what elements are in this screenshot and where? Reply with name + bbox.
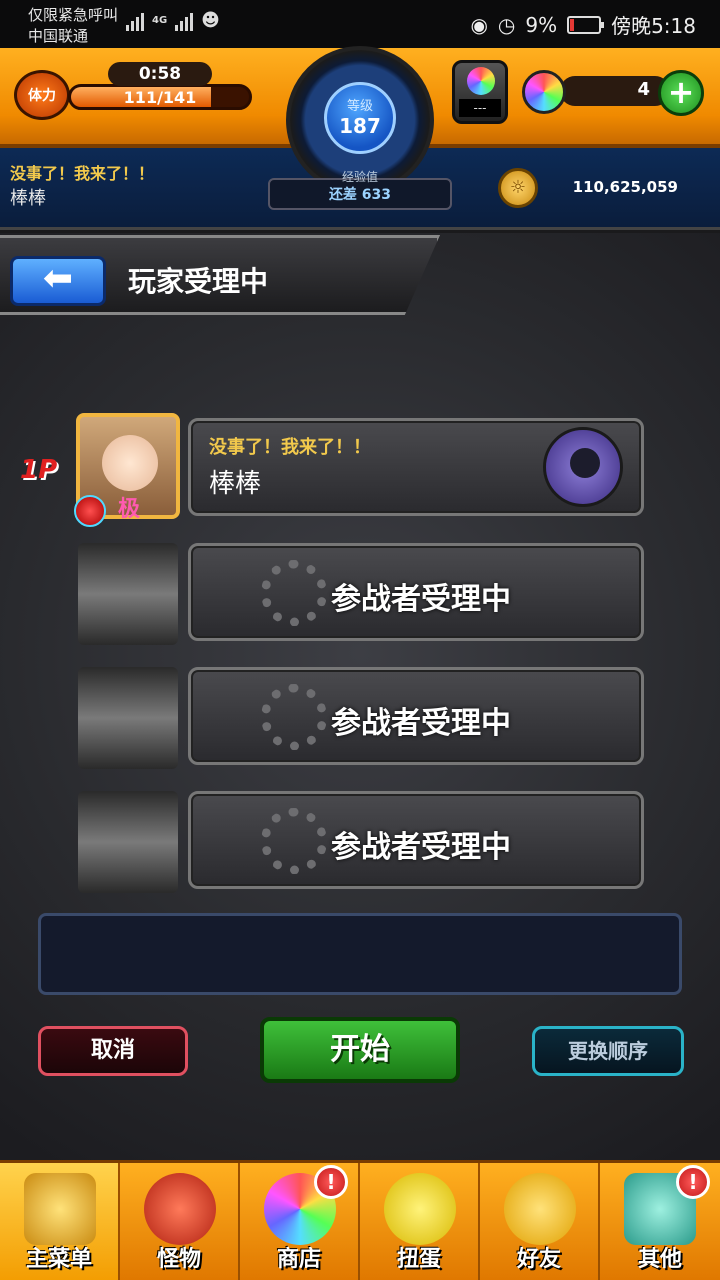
nav-main-menu[interactable]: 主菜单 — [0, 1163, 120, 1280]
reorder-button[interactable]: 更换顺序 — [532, 1026, 684, 1076]
exp-remaining: 还差 633 — [328, 187, 392, 203]
gold-coin-icon: ☼ — [498, 168, 538, 208]
exp-label: 经验值 — [341, 170, 378, 184]
status-bar: 仅限紧急呼叫 中国联通 4G ☻ ◉ ◷ 9% 傍晚5:18 — [0, 0, 720, 48]
nav-label: 扭蛋 — [396, 1247, 441, 1272]
empty-avatar-slot-4 — [78, 791, 178, 893]
network-type: 4G — [152, 15, 168, 26]
chat-area[interactable] — [38, 913, 682, 995]
nav-label: 主菜单 — [25, 1247, 92, 1272]
level-value: 187 — [339, 114, 381, 138]
start-button[interactable]: 开始 — [260, 1017, 460, 1083]
player-avatar-card[interactable]: 极 — [74, 413, 180, 527]
nav-gacha[interactable]: 扭蛋 — [360, 1163, 480, 1280]
gem-machine-icon[interactable]: --- — [452, 60, 508, 124]
nav-friends[interactable]: 好友 — [480, 1163, 600, 1280]
avatar-grade: 极 — [118, 497, 141, 522]
battery-icon — [567, 15, 605, 34]
nav-label: 好友 — [516, 1247, 561, 1272]
waiting-text: 参战者受理中 — [331, 582, 511, 617]
signal-icon — [126, 11, 144, 31]
player-portrait-icon — [543, 427, 623, 507]
notification-badge: ! — [314, 1165, 348, 1199]
level-label: 等级 — [346, 99, 373, 114]
coin-amount: 110,625,059 — [572, 178, 678, 196]
slot-player-name: 棒棒 — [209, 469, 262, 499]
player-name: 棒棒 — [10, 188, 46, 209]
back-arrow-icon: ⬅ — [42, 258, 74, 299]
battery-percent: 9% — [525, 12, 558, 37]
waiting-text: 参战者受理中 — [331, 830, 511, 865]
add-gem-button[interactable]: + — [658, 70, 704, 116]
stamina-timer: 0:58 — [108, 62, 212, 86]
gem-count: 4 — [637, 79, 650, 100]
nav-monster[interactable]: 怪物 — [120, 1163, 240, 1280]
character-portrait-icon — [102, 435, 158, 491]
rainbow-orb-icon — [522, 70, 566, 114]
loading-spinner-icon — [261, 808, 327, 874]
monster-icon — [144, 1173, 216, 1245]
lobby-main: ⬅ 玩家受理中 1P 极 没事了！我来了！！ 棒棒 参战者受理中 参战者受理中 … — [0, 233, 720, 1160]
slot-label-1p: 1P — [20, 455, 58, 485]
carrier-status: 仅限紧急呼叫 — [28, 6, 119, 24]
exp-box: 经验值 还差 633 — [268, 170, 452, 210]
level-badge: 等级 187 — [324, 82, 396, 154]
player-slot-1[interactable]: 没事了！我来了！！ 棒棒 — [188, 418, 644, 516]
player-slot-3: 参战者受理中 — [188, 667, 644, 765]
loading-spinner-icon — [261, 684, 327, 750]
page-title: 玩家受理中 — [128, 265, 269, 298]
main-menu-icon — [24, 1173, 96, 1245]
signal-icon-2 — [175, 11, 194, 31]
waiting-text: 参战者受理中 — [331, 706, 511, 741]
nav-label: 怪物 — [156, 1247, 201, 1272]
gacha-icon — [384, 1173, 456, 1245]
player-message: 没事了！我来了！！ — [10, 164, 155, 183]
empty-avatar-slot-3 — [78, 667, 178, 769]
notification-badge: ! — [676, 1165, 710, 1199]
eye-icon: ◉ — [470, 12, 488, 37]
stamina-bar: 111/141 — [68, 84, 252, 110]
player-slot-4: 参战者受理中 — [188, 791, 644, 889]
back-button[interactable]: ⬅ — [10, 256, 106, 306]
wifi-icon: ☻ — [201, 10, 220, 31]
nav-shop[interactable]: ! 商店 — [240, 1163, 360, 1280]
clock: 傍晚5:18 — [611, 14, 696, 38]
empty-avatar-slot-2 — [78, 543, 178, 645]
gem-machine-counter: --- — [459, 99, 501, 117]
carrier-name: 中国联通 — [28, 27, 89, 45]
slot-message: 没事了！我来了！！ — [209, 437, 371, 458]
title-bar: ⬅ 玩家受理中 — [0, 235, 440, 315]
alarm-icon: ◷ — [497, 12, 516, 37]
gem-machine-ball — [467, 67, 495, 95]
cancel-button[interactable]: 取消 — [38, 1026, 188, 1076]
loading-spinner-icon — [261, 560, 327, 626]
signal-icons: 4G ☻ — [126, 10, 220, 31]
stamina-value: 111/141 — [123, 88, 197, 107]
nav-label: 商店 — [276, 1247, 321, 1272]
nav-label: 其他 — [637, 1247, 682, 1272]
strawberry-fruit-icon — [74, 495, 106, 527]
friends-icon — [504, 1173, 576, 1245]
bottom-nav: 主菜单 怪物 ! 商店 扭蛋 好友 ! 其他 — [0, 1160, 720, 1280]
player-slot-2: 参战者受理中 — [188, 543, 644, 641]
nav-other[interactable]: ! 其他 — [600, 1163, 720, 1280]
stamina-badge: 体力 — [14, 70, 70, 120]
gem-bar: 4 — [560, 76, 670, 106]
